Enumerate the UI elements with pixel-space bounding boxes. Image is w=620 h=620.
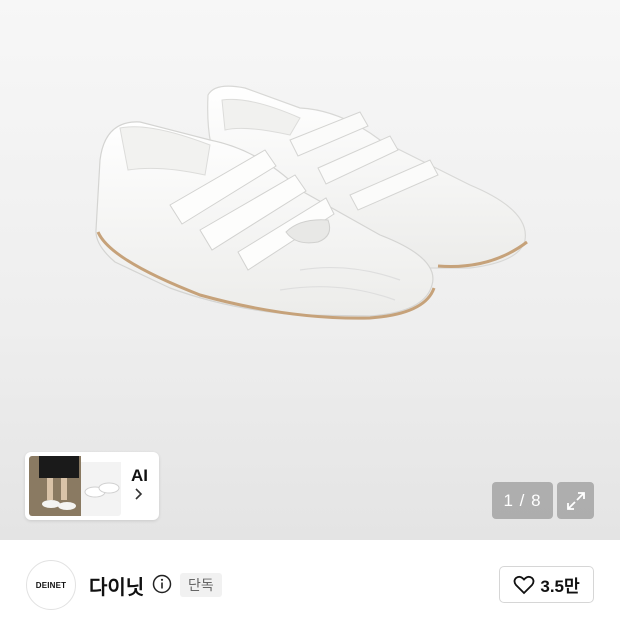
- heart-icon: [513, 575, 535, 594]
- ai-styling-thumbnail: [29, 456, 121, 516]
- brand-logo[interactable]: DEINET: [26, 560, 76, 610]
- image-page-counter: 1 / 8: [492, 482, 553, 519]
- ai-styling-card[interactable]: [25, 452, 159, 520]
- expand-icon: [566, 491, 585, 510]
- chevron-right-icon[interactable]: [132, 487, 144, 501]
- product-page: AI 1 / 8 DEINET 다이닛 단독 3.5만: [0, 0, 620, 620]
- like-button[interactable]: 3.5만: [499, 566, 594, 603]
- ai-label[interactable]: AI: [131, 466, 148, 486]
- info-icon[interactable]: [152, 574, 172, 594]
- exclusive-badge: 단독: [180, 573, 222, 597]
- expand-button[interactable]: [557, 482, 594, 519]
- product-image-gallery[interactable]: AI 1 / 8: [0, 0, 620, 540]
- like-count: 3.5만: [540, 577, 580, 596]
- brand-name[interactable]: 다이닛: [89, 571, 144, 600]
